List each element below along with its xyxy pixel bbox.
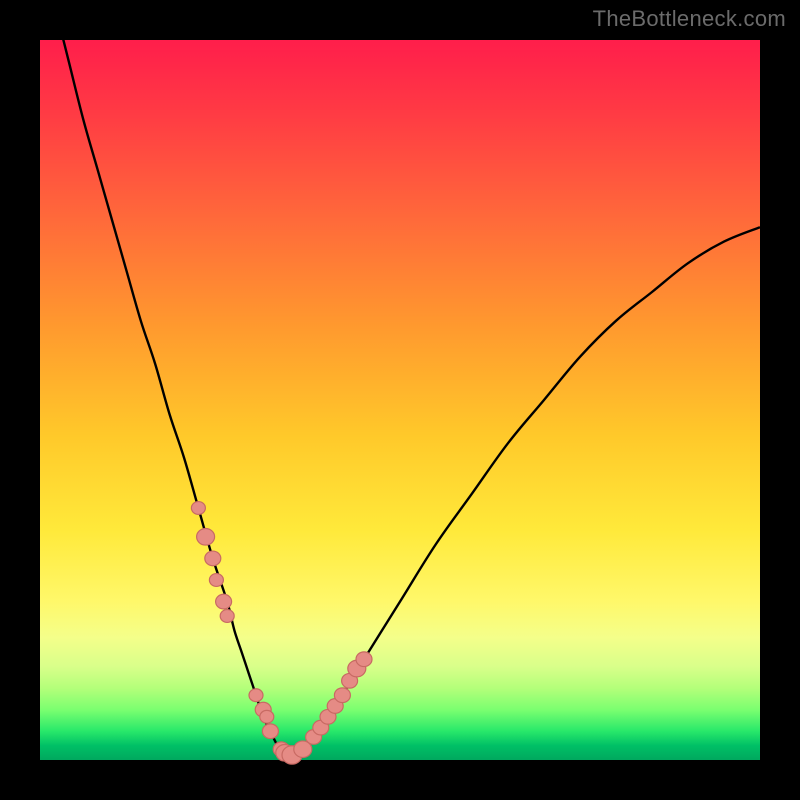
curve-svg: [40, 40, 760, 760]
chart-frame: TheBottleneck.com: [0, 0, 800, 800]
marker-group: [191, 502, 372, 765]
marker-dot: [216, 594, 232, 609]
marker-dot: [262, 724, 278, 739]
marker-dot: [260, 710, 274, 723]
marker-dot: [191, 502, 205, 515]
marker-dot: [356, 652, 372, 667]
marker-dot: [334, 688, 350, 703]
watermark-text: TheBottleneck.com: [593, 6, 786, 32]
marker-dot: [249, 689, 263, 702]
marker-dot: [197, 529, 215, 546]
marker-dot: [220, 610, 234, 623]
bottleneck-curve: [54, 4, 760, 756]
marker-dot: [205, 551, 221, 566]
marker-dot: [209, 574, 223, 587]
plot-area: [40, 40, 760, 760]
